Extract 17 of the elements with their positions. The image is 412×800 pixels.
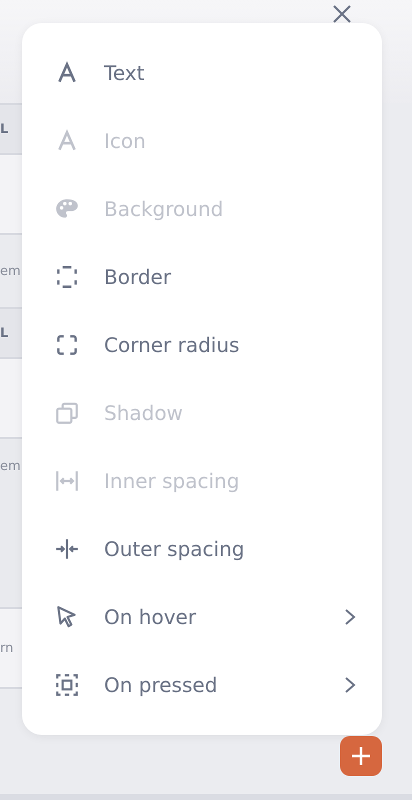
cut-text: rn xyxy=(0,640,14,656)
add-button[interactable] xyxy=(340,736,382,776)
border-icon xyxy=(54,264,80,290)
cut-text: L xyxy=(0,326,8,340)
menu-item[interactable]: On pressed xyxy=(22,651,382,719)
cut-text: em xyxy=(0,459,21,474)
shadow-icon xyxy=(54,400,80,426)
menu-item[interactable]: Outer spacing xyxy=(22,515,382,583)
corner-icon xyxy=(54,332,80,358)
menu-item[interactable]: On hover xyxy=(22,583,382,651)
plus-icon xyxy=(350,745,372,767)
menu-item[interactable]: Text xyxy=(22,39,382,107)
menu-item[interactable]: Border xyxy=(22,243,382,311)
cut-text: em xyxy=(0,264,21,278)
menu-item[interactable]: Corner radius xyxy=(22,311,382,379)
cut-text: L xyxy=(0,122,8,136)
pressed-icon xyxy=(54,672,80,698)
